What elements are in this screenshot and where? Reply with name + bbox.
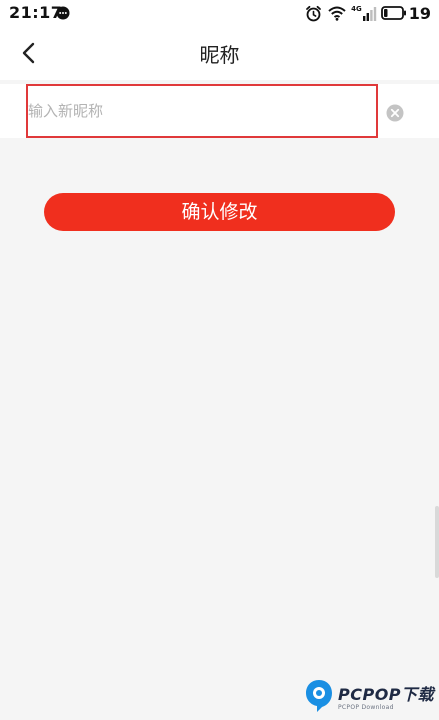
battery-icon xyxy=(380,6,407,20)
pcpop-watermark: PCPOP下载 PCPOP Download xyxy=(304,680,434,716)
watermark-brand: PCPOP下载 xyxy=(338,684,435,704)
page-title: 昵称 xyxy=(199,43,240,67)
confirm-button[interactable]: 确认修改 xyxy=(44,193,395,231)
watermark-subtitle: PCPOP Download xyxy=(338,703,394,711)
clear-icon xyxy=(386,104,404,122)
wifi-icon xyxy=(328,6,346,21)
chat-icon xyxy=(56,5,70,20)
signal-icon xyxy=(362,6,377,21)
network-type-label: 4G xyxy=(351,5,362,13)
nav-bar: 昵称 xyxy=(0,26,439,80)
status-icons: 4G 19 xyxy=(305,3,431,23)
battery-indicator: 19 xyxy=(380,3,431,23)
status-bar: 21:17 4G 19 xyxy=(0,0,439,26)
status-time: 21:17 xyxy=(9,3,63,22)
nickname-input[interactable] xyxy=(26,84,378,138)
nickname-input-row xyxy=(0,84,439,138)
battery-level: 19 xyxy=(408,3,431,23)
edge-scroll-handle[interactable] xyxy=(435,506,439,578)
alarm-icon xyxy=(305,5,322,22)
clear-input-button[interactable] xyxy=(386,104,404,122)
pcpop-logo-icon xyxy=(304,679,334,717)
